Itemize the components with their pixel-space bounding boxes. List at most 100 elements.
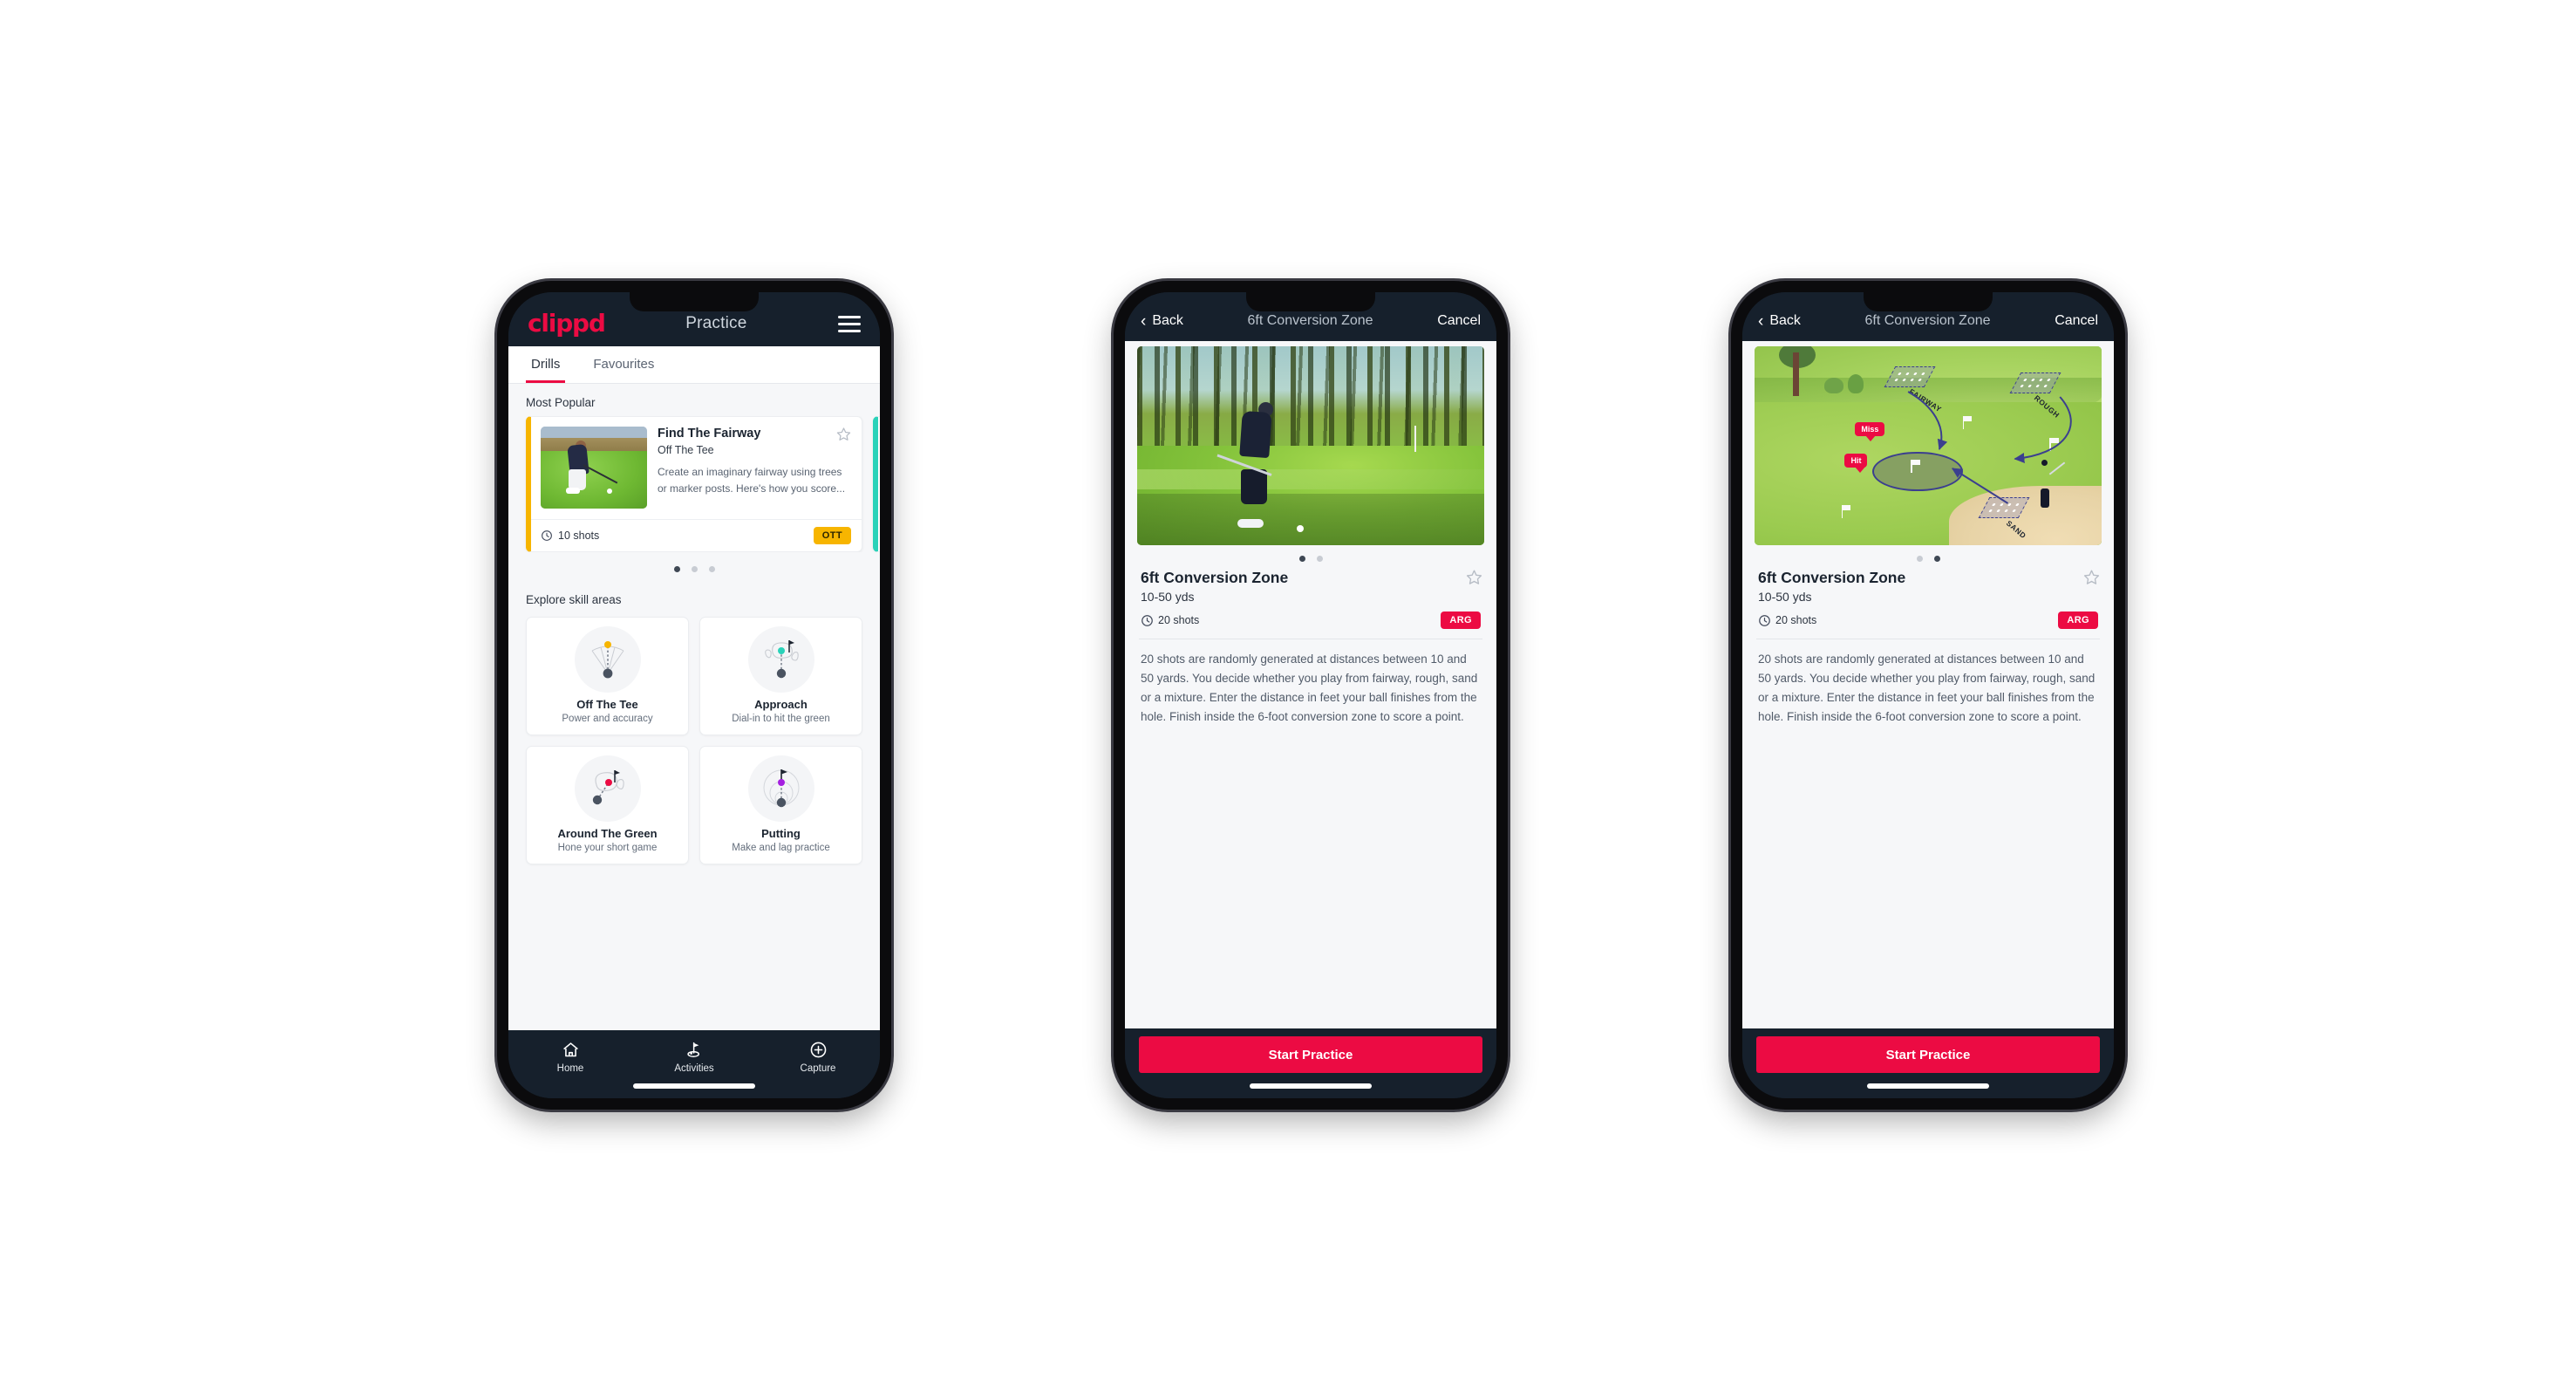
clock-icon	[1758, 614, 1770, 626]
status-badge-ott: OTT	[813, 527, 851, 544]
drill-card-next-peek[interactable]	[873, 416, 880, 552]
skill-subtitle: Hone your short game	[557, 843, 658, 853]
cancel-button[interactable]: Cancel	[2055, 313, 2098, 329]
skill-title: Approach	[754, 698, 808, 711]
clock-icon	[1141, 614, 1153, 626]
back-label: Back	[1152, 313, 1183, 328]
drill-title: 6ft Conversion Zone	[1758, 569, 1906, 586]
skill-card-putting[interactable]: Putting Make and lag practice	[699, 746, 862, 864]
skill-card-approach[interactable]: Approach Dial-in to hit the green	[699, 617, 862, 735]
home-indicator	[1867, 1083, 1989, 1089]
shots-count: 10 shots	[558, 530, 600, 542]
tee-dispersion-icon	[574, 626, 641, 693]
screenshot-canvas: clippd Practice Drills Favourites Most P…	[0, 0, 2576, 1387]
detail-body[interactable]: 6ft Conversion Zone 10-50 yds 20 shots A…	[1125, 341, 1496, 1028]
section-explore-label: Explore skill areas	[526, 593, 622, 606]
section-most-popular-label: Most Popular	[526, 396, 596, 409]
detail-title-row: 6ft Conversion Zone	[1755, 569, 2102, 587]
start-practice-button[interactable]: Start Practice	[1756, 1036, 2100, 1073]
page-title: Practice	[685, 314, 747, 332]
plus-circle-icon	[809, 1041, 828, 1059]
nav-item-capture[interactable]: Capture	[756, 1041, 880, 1074]
skill-areas-grid: Off The Tee Power and accuracy Approach …	[508, 613, 880, 864]
start-practice-button[interactable]: Start Practice	[1139, 1036, 1482, 1073]
cancel-button[interactable]: Cancel	[1437, 313, 1481, 329]
carousel-dots[interactable]	[508, 552, 880, 581]
carousel-dot-3[interactable]	[708, 566, 715, 572]
nav-item-activities[interactable]: Activities	[632, 1041, 756, 1074]
detail-carousel-dots[interactable]	[1137, 545, 1484, 569]
drill-media-diagram[interactable]: FAIRWAY ROUGH SAND Miss Hit	[1755, 346, 2102, 545]
clippd-logo[interactable]: clippd	[528, 311, 606, 336]
drill-yardage: 10-50 yds	[1141, 590, 1195, 604]
back-button[interactable]: ‹ Back	[1141, 313, 1183, 330]
detail-page-title: 6ft Conversion Zone	[1864, 313, 1991, 328]
drill-card-top: Find The Fairway Off The Tee Create an i…	[531, 417, 862, 519]
detail-body[interactable]: FAIRWAY ROUGH SAND Miss Hit 6ft Conversi…	[1742, 341, 2114, 1028]
tab-drills[interactable]: Drills	[526, 346, 566, 383]
golf-flag-icon	[685, 1041, 704, 1059]
drill-media-photo[interactable]	[1137, 346, 1484, 545]
drill-yardage: 10-50 yds	[1758, 590, 1812, 604]
most-popular-carousel[interactable]: Find The Fairway Off The Tee Create an i…	[508, 416, 880, 552]
carousel-dot-2[interactable]	[1316, 556, 1323, 562]
skill-subtitle: Power and accuracy	[562, 714, 653, 724]
tab-favourites[interactable]: Favourites	[588, 346, 659, 383]
phone3-screen: ‹ Back 6ft Conversion Zone Cancel FAIRWA…	[1742, 292, 2114, 1098]
skill-card-off-the-tee[interactable]: Off The Tee Power and accuracy	[526, 617, 689, 735]
shots-count: 20 shots	[1775, 614, 1817, 626]
skill-title: Putting	[761, 827, 801, 840]
carousel-dot-1[interactable]	[673, 566, 680, 572]
phone1-notch	[630, 292, 759, 311]
practice-scroll-body[interactable]: Most Popular Find The Fairway Off The Te…	[508, 384, 880, 1030]
drill-thumbnail-image	[541, 427, 647, 509]
phone3-notch	[1864, 292, 1993, 311]
chip-green-icon	[574, 755, 641, 822]
drill-subtitle: Off The Tee	[658, 444, 714, 457]
skill-card-around-the-green[interactable]: Around The Green Hone your short game	[526, 746, 689, 864]
skill-subtitle: Dial-in to hit the green	[732, 714, 830, 724]
clock-icon	[541, 530, 553, 542]
home-icon	[562, 1041, 580, 1059]
phone-mockup-drill-detail-photo: ‹ Back 6ft Conversion Zone Cancel 6ft Co…	[1114, 281, 1508, 1110]
detail-carousel-dots[interactable]	[1755, 545, 2102, 569]
carousel-dot-2[interactable]	[1933, 556, 1940, 562]
carousel-dot-1[interactable]	[1298, 556, 1305, 562]
star-outline-icon[interactable]	[836, 427, 851, 441]
carousel-dot-1[interactable]	[1916, 556, 1923, 562]
phone-mockup-practice-list: clippd Practice Drills Favourites Most P…	[497, 281, 891, 1110]
back-label: Back	[1769, 313, 1801, 328]
nav-label: Capture	[800, 1063, 836, 1074]
nav-item-home[interactable]: Home	[508, 1041, 632, 1074]
star-outline-icon[interactable]	[1466, 569, 1482, 584]
detail-page-title: 6ft Conversion Zone	[1247, 313, 1373, 328]
phone2-notch	[1246, 292, 1375, 311]
hamburger-icon[interactable]	[838, 315, 861, 332]
back-button[interactable]: ‹ Back	[1758, 313, 1801, 330]
skill-subtitle: Make and lag practice	[732, 843, 830, 853]
status-badge-arg: ARG	[2058, 612, 2098, 629]
detail-shots-row: 20 shots ARG	[1755, 604, 2102, 629]
drill-description: 20 shots are randomly generated at dista…	[1141, 653, 1478, 723]
chevron-left-icon: ‹	[1141, 311, 1147, 331]
detail-shots-row: 20 shots ARG	[1137, 604, 1484, 629]
putting-rings-icon	[747, 755, 814, 822]
shots-group: 10 shots	[541, 530, 599, 542]
shots-group: 20 shots	[1141, 614, 1199, 626]
drill-description: Create an imaginary fairway using trees …	[658, 466, 846, 495]
drill-title: 6ft Conversion Zone	[1141, 569, 1289, 586]
chevron-left-icon: ‹	[1758, 311, 1764, 331]
skill-title: Around The Green	[557, 827, 658, 840]
status-badge-arg: ARG	[1441, 612, 1481, 629]
tab-bar: Drills Favourites	[508, 346, 880, 384]
drill-description: 20 shots are randomly generated at dista…	[1758, 653, 2096, 723]
home-indicator	[633, 1083, 755, 1089]
drill-card-find-the-fairway[interactable]: Find The Fairway Off The Tee Create an i…	[526, 416, 862, 552]
star-outline-icon[interactable]	[2083, 569, 2100, 584]
nav-label: Home	[556, 1063, 584, 1074]
phone-mockup-drill-detail-diagram: ‹ Back 6ft Conversion Zone Cancel FAIRWA…	[1731, 281, 2125, 1110]
drill-card-meta: Find The Fairway Off The Tee Create an i…	[658, 427, 851, 509]
carousel-dot-2[interactable]	[691, 566, 698, 572]
nav-label: Activities	[674, 1063, 714, 1074]
drill-title: Find The Fairway	[658, 427, 761, 441]
